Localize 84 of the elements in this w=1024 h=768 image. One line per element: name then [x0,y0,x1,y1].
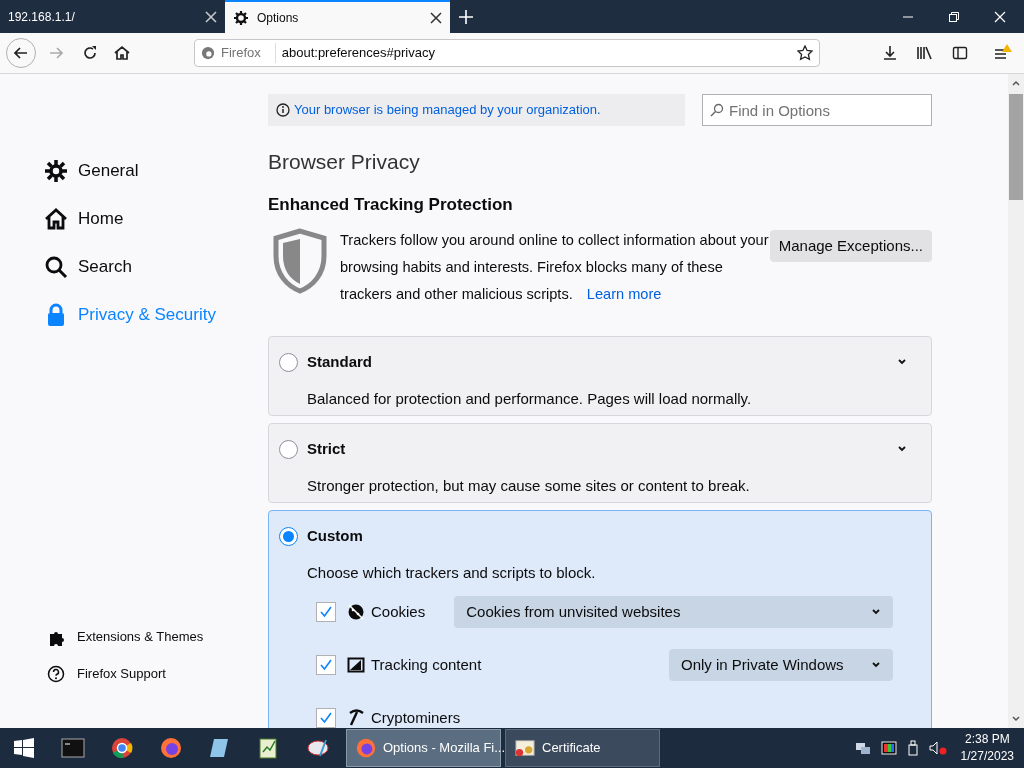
option-label: Strict [307,439,347,459]
sidebar-item[interactable]: General [44,157,268,185]
home-icon[interactable] [114,45,130,61]
identity-label: Firefox [221,43,276,63]
sidebar-item[interactable]: Home [44,205,268,233]
sidebar-item[interactable]: Privacy & Security [44,301,268,329]
option-label: Standard [307,352,373,372]
option-description: Choose which trackers and scripts to block. [307,562,597,583]
sidebar-link[interactable]: Firefox Support [47,664,268,684]
network-icon[interactable] [854,740,871,756]
protection-card[interactable]: Strict Stronger protection, but may cause some sites or content to break. [268,423,932,503]
check-icon [319,605,333,619]
search-field[interactable]: Find in Options [702,94,932,126]
checkbox-label: Tracking content [371,654,482,675]
sidebar-item[interactable]: Search [44,253,268,281]
scrollbar[interactable] [1008,74,1024,728]
menu-icon[interactable] [994,44,1012,62]
dropdown[interactable]: Only in Private Windows [669,649,893,681]
browser-logo-icon [201,46,215,60]
check-icon [319,658,333,672]
restore-icon[interactable] [948,10,960,23]
browser-tab[interactable]: 192.168.1.1/ [0,0,225,33]
tab-title: 192.168.1.1/ [8,8,76,26]
reload-icon[interactable] [82,45,98,61]
checkbox[interactable] [316,602,336,622]
scroll-thumb[interactable] [1009,94,1023,200]
gear-icon [233,9,249,26]
tracking-icon [347,656,365,674]
browser-tab[interactable]: Options [225,0,450,33]
pickaxe-icon [347,709,365,727]
option-description: Balanced for protection and performance. Pages will load normally. [307,388,753,409]
display-icon[interactable] [880,740,897,756]
tab-title: Options [257,9,300,27]
checkbox[interactable] [316,708,336,728]
sidebar-link[interactable]: Extensions & Themes [47,627,268,647]
gear-icon [44,159,68,183]
learn-more-link[interactable]: Learn more [586,286,662,302]
checkbox-label: Cryptominers [371,707,461,728]
chrome-icon[interactable] [109,736,134,760]
cookie-icon [347,603,365,621]
speaker-muted-icon[interactable] [928,740,947,756]
search-icon [710,103,724,117]
shield-icon [272,228,328,294]
back-arrow-icon [13,45,29,61]
close-icon[interactable] [430,11,442,24]
terminal-icon[interactable] [60,736,85,760]
firefox-icon [355,737,377,759]
taskbar-button[interactable]: Certificate [505,729,660,767]
protection-card[interactable]: Standard Balanced for protection and performance. Pages will load normally. [268,336,932,416]
checkbox[interactable] [316,655,336,675]
radio-button[interactable] [279,352,298,372]
url-text: about:preferences#privacy [281,44,436,63]
library-icon[interactable] [916,45,934,61]
search-icon [44,255,68,279]
download-icon[interactable] [882,45,898,61]
sidebar-icon[interactable] [952,45,968,61]
chevron-icon [871,607,881,617]
scroll-down-icon[interactable] [1011,714,1021,724]
radio-button[interactable] [279,526,298,546]
section-heading: Enhanced Tracking Protection [268,194,514,216]
protection-card[interactable]: Custom Choose which trackers and scripts to block. Cookies Cookies from unvisited websites Tracking content Only in Private Windows Cryptominers [268,510,932,728]
dropdown[interactable]: Cookies from unvisited websites [454,596,893,628]
section-title: Browser Privacy [268,149,421,175]
radio-button[interactable] [279,439,298,459]
help-icon [47,665,65,683]
clock[interactable]: 2:38 PM 1/27/2023 [960,731,1014,765]
star-icon[interactable] [797,45,813,61]
address-bar[interactable]: Firefox about:preferences#privacy [194,39,820,67]
certificate-icon [514,737,536,759]
check-icon [319,711,333,725]
option-description: Stronger protection, but may cause some sites or content to break. [307,475,751,496]
notice-link[interactable]: Your browser is being managed by your organization. [294,100,601,120]
firefox-icon[interactable] [158,736,183,760]
chevron-icon [871,660,881,670]
home-icon [44,207,68,231]
info-icon [276,103,290,117]
option-label: Custom [307,526,364,546]
new-tab-icon[interactable] [458,8,474,25]
usb-icon[interactable] [906,740,919,756]
scroll-up-icon[interactable] [1011,78,1021,88]
manage-exceptions-button[interactable]: Manage Exceptions... [769,230,932,262]
description-text: Trackers follow you around online to collect information about your browsing habits and interests. Firefox blocks many of these trackers and other malicious scripts. Learn more [340,231,770,304]
start-icon[interactable] [14,738,34,758]
checkbox-label: Cookies [371,601,426,622]
